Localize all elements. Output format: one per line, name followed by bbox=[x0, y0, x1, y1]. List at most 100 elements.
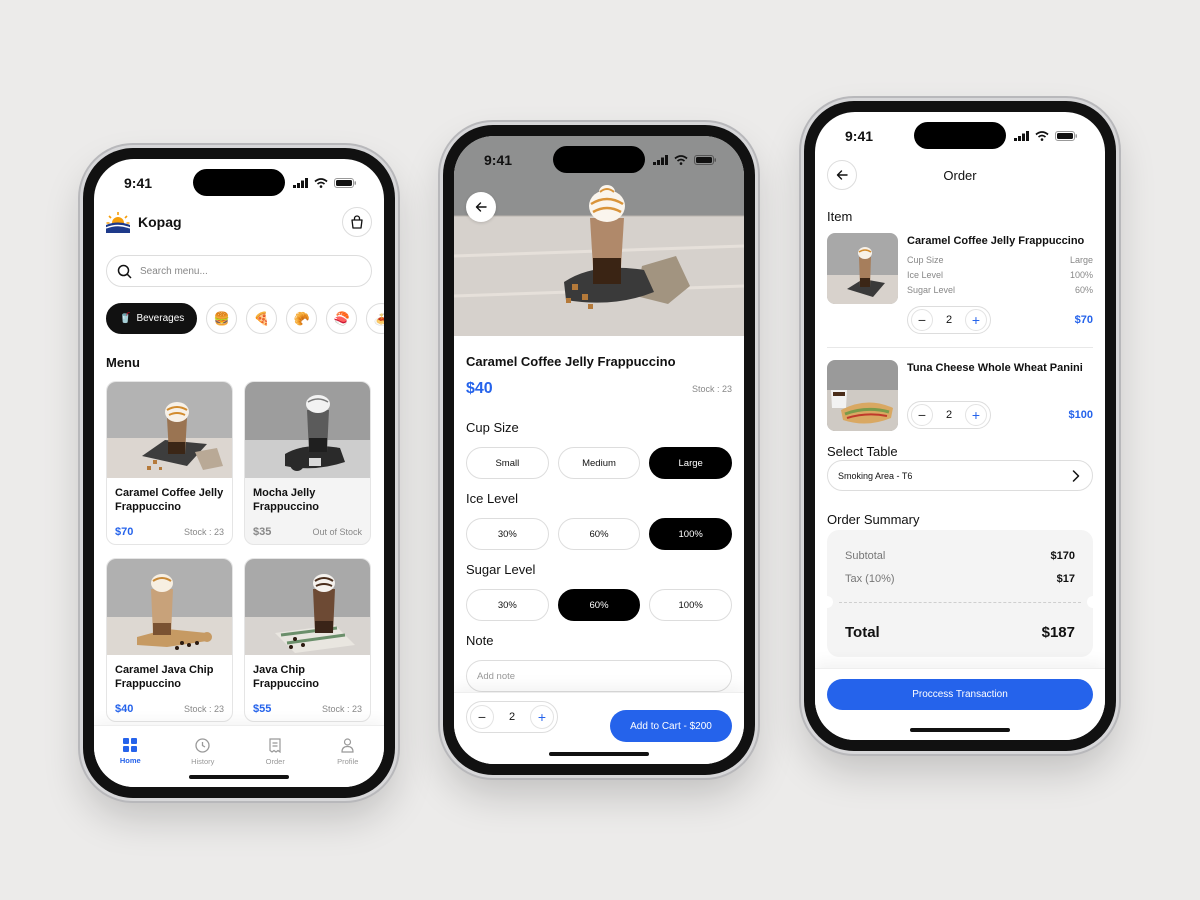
cup-size-options: Small Medium Large bbox=[466, 447, 733, 479]
phone-order: 9:41 Order Item Caramel Coffee Jelly Fra… bbox=[804, 101, 1116, 751]
cup-size-large[interactable]: Large bbox=[649, 447, 733, 479]
home-indicator bbox=[910, 728, 1010, 732]
total-value: $187 bbox=[1041, 624, 1075, 641]
tab-home[interactable]: Home bbox=[105, 738, 155, 787]
cup-size-medium[interactable]: Medium bbox=[557, 447, 641, 479]
cup-size-small[interactable]: Small bbox=[466, 447, 549, 479]
category-sushi[interactable]: 🍣 bbox=[326, 303, 358, 334]
chevron-right-icon bbox=[1072, 469, 1080, 482]
category-list: 🥤 Beverages 🍔 🍕 🥐 🍣 🍝 bbox=[106, 303, 384, 334]
table-select[interactable]: Smoking Area - T6 bbox=[827, 460, 1093, 491]
user-icon bbox=[341, 738, 354, 753]
category-beverages[interactable]: 🥤 Beverages bbox=[106, 303, 198, 334]
order-screen: 9:41 Order Item Caramel Coffee Jelly Fra… bbox=[815, 112, 1105, 740]
logo-icon bbox=[106, 212, 130, 233]
increase-button[interactable]: + bbox=[530, 705, 554, 729]
product-image bbox=[107, 559, 232, 655]
system-icons bbox=[653, 155, 716, 165]
tab-label: Home bbox=[119, 756, 141, 765]
signal-icon bbox=[293, 178, 308, 188]
arrow-left-icon bbox=[836, 170, 848, 180]
menu-card[interactable]: Caramel Coffee Jelly Frappuccino $70 Sto… bbox=[106, 381, 233, 545]
order-item-attr: Cup Size Large bbox=[907, 255, 1093, 265]
ice-level-60[interactable]: 60% bbox=[557, 518, 641, 550]
battery-icon bbox=[1055, 131, 1077, 141]
cart-button[interactable] bbox=[342, 207, 372, 237]
search-input[interactable]: Search menu... bbox=[106, 255, 372, 287]
category-pasta[interactable]: 🍝 bbox=[366, 303, 384, 334]
receipt-notch bbox=[821, 596, 833, 608]
quantity-value: 2 bbox=[508, 711, 516, 723]
tax-value: $17 bbox=[1056, 573, 1075, 585]
sugar-level-30[interactable]: 30% bbox=[466, 589, 549, 621]
increase-button[interactable]: + bbox=[965, 404, 987, 426]
dynamic-island bbox=[553, 146, 645, 173]
shopping-bag-icon bbox=[351, 215, 363, 229]
category-burger[interactable]: 🍔 bbox=[206, 303, 238, 334]
tab-history[interactable]: History bbox=[178, 738, 228, 787]
status-time: 9:41 bbox=[484, 152, 513, 168]
back-button[interactable] bbox=[827, 160, 857, 190]
menu-card[interactable]: Caramel Java Chip Frappuccino $40 Stock … bbox=[106, 558, 233, 722]
decrease-button[interactable]: − bbox=[911, 404, 933, 426]
item-section-title: Item bbox=[827, 209, 853, 224]
cup-icon: 🥤 bbox=[119, 313, 132, 324]
brand-name: Kopag bbox=[138, 214, 182, 230]
pizza-icon: 🍕 bbox=[253, 310, 270, 326]
sugar-level-label: Sugar Level bbox=[466, 562, 536, 577]
clock-icon bbox=[195, 738, 210, 753]
order-item-image bbox=[827, 233, 898, 304]
add-to-cart-button[interactable]: Add to Cart - $200 bbox=[610, 710, 732, 742]
product-price: $70 bbox=[115, 526, 134, 538]
tab-order[interactable]: Order bbox=[250, 738, 300, 787]
receipt-notch bbox=[1087, 596, 1099, 608]
order-item: Tuna Cheese Whole Wheat Panini − 2 + $10… bbox=[827, 360, 1093, 431]
select-table-title: Select Table bbox=[827, 444, 898, 459]
wifi-icon bbox=[314, 178, 328, 188]
product-stock: Stock : 23 bbox=[183, 527, 224, 537]
status-time: 9:41 bbox=[124, 175, 153, 191]
note-placeholder: Add note bbox=[477, 670, 516, 682]
process-transaction-button[interactable]: Proccess Transaction bbox=[827, 679, 1093, 710]
product-price: $40 bbox=[115, 703, 134, 715]
product-image bbox=[245, 382, 370, 478]
croissant-icon: 🥐 bbox=[293, 310, 310, 326]
menu-card[interactable]: Java Chip Frappuccino $55 Stock : 23 bbox=[244, 558, 371, 722]
ice-level-100[interactable]: 100% bbox=[649, 518, 733, 550]
sugar-level-options: 30% 60% 100% bbox=[466, 589, 733, 621]
quantity-stepper: − 2 + bbox=[466, 701, 558, 733]
wifi-icon bbox=[674, 155, 688, 165]
menu-card[interactable]: Mocha Jelly Frappuccino $35 Out of Stock bbox=[244, 381, 371, 545]
order-summary-title: Order Summary bbox=[827, 512, 920, 527]
sugar-level-60[interactable]: 60% bbox=[557, 589, 641, 621]
wifi-icon bbox=[1035, 131, 1049, 141]
decrease-button[interactable]: − bbox=[470, 705, 494, 729]
menu-grid: Caramel Coffee Jelly Frappuccino $70 Sto… bbox=[106, 381, 372, 722]
product-price: $55 bbox=[253, 703, 272, 715]
category-pastry[interactable]: 🥐 bbox=[286, 303, 318, 334]
dynamic-island bbox=[914, 122, 1006, 149]
sugar-level-100[interactable]: 100% bbox=[649, 589, 733, 621]
category-pizza[interactable]: 🍕 bbox=[246, 303, 278, 334]
arrow-left-icon bbox=[475, 202, 487, 212]
ice-level-30[interactable]: 30% bbox=[466, 518, 549, 550]
menu-title: Menu bbox=[106, 355, 140, 370]
product-image bbox=[107, 382, 232, 478]
order-summary: Subtotal $170 Tax (10%) $17 Total $187 bbox=[821, 530, 1099, 657]
phone-home: 9:41 Kopag Search menu... 🥤 Beverages 🍔 … bbox=[83, 148, 395, 798]
note-input[interactable]: Add note bbox=[466, 660, 732, 692]
increase-button[interactable]: + bbox=[965, 309, 987, 331]
tax-row: Tax (10%) $17 bbox=[845, 573, 1075, 585]
dynamic-island bbox=[193, 169, 285, 196]
category-label: Beverages bbox=[136, 313, 185, 324]
order-item-attr: Ice Level 100% bbox=[907, 270, 1093, 280]
status-time: 9:41 bbox=[845, 128, 874, 144]
back-button[interactable] bbox=[466, 192, 496, 222]
subtotal-label: Subtotal bbox=[845, 550, 886, 562]
tab-profile[interactable]: Profile bbox=[323, 738, 373, 787]
signal-icon bbox=[1014, 131, 1029, 141]
dashed-divider bbox=[839, 602, 1081, 603]
product-name: Caramel Coffee Jelly Frappuccino bbox=[115, 487, 224, 513]
decrease-button[interactable]: − bbox=[911, 309, 933, 331]
system-icons bbox=[1014, 131, 1077, 141]
